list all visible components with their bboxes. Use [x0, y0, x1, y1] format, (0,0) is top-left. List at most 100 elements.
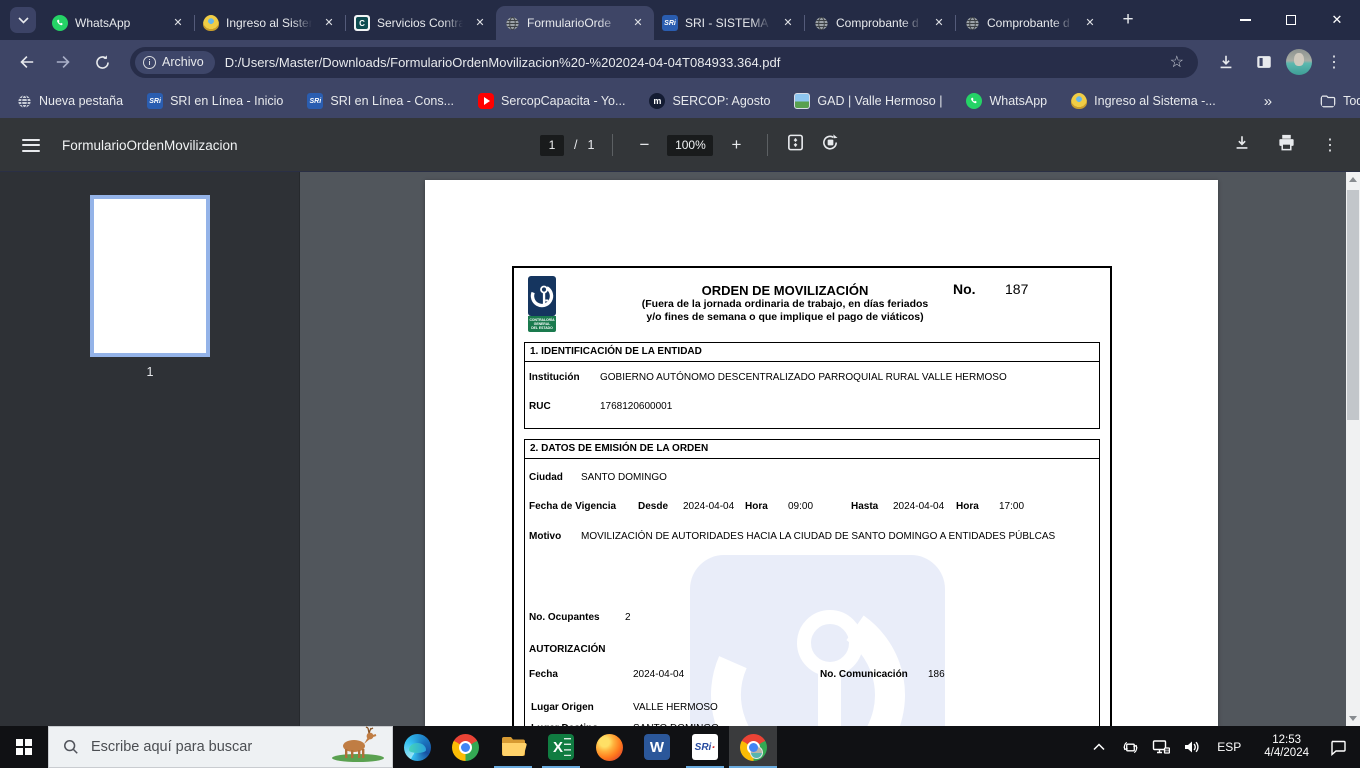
taskbar-firefox-button[interactable] [585, 726, 633, 768]
action-center-icon[interactable] [1326, 726, 1350, 768]
taskbar-excel-button[interactable]: X [537, 726, 585, 768]
rotate-button[interactable] [821, 133, 840, 157]
cge-letter: C [356, 17, 368, 29]
bookmark-sri-inicio[interactable]: SRi SRI en Línea - Inicio [147, 93, 283, 109]
bookmark-sercop-agosto[interactable]: m SERCOP: Agosto [649, 93, 770, 109]
taskbar-search-input[interactable]: Escribe aquí para buscar [48, 726, 393, 768]
taskbar-file-explorer-button[interactable] [489, 726, 537, 768]
globe-icon [813, 15, 829, 31]
tab-formulario-orden-active[interactable]: FormularioOrde ✕ [496, 6, 654, 40]
tab-sri-sistema[interactable]: SRi SRI - SISTEMA D ✕ [654, 6, 804, 40]
autorizacion-title: AUTORIZACIÓN [529, 644, 606, 655]
section2-header: 2. DATOS DE EMISIÓN DE LA ORDEN [524, 439, 1100, 459]
window-close-button[interactable]: ✕ [1314, 0, 1360, 40]
scroll-up-arrow[interactable] [1346, 172, 1360, 187]
divider [767, 134, 769, 156]
file-scheme-chip[interactable]: Archivo [135, 50, 215, 74]
tab-label: Ingreso al Sistem [226, 16, 314, 30]
firefox-icon [595, 733, 623, 761]
sri-icon: SRi [147, 93, 164, 109]
fit-to-page-button[interactable] [786, 133, 805, 157]
browser-menu-button[interactable]: ⋮ [1318, 46, 1350, 78]
ocupantes-label: No. Ocupantes [529, 612, 600, 623]
volume-icon[interactable] [1180, 726, 1204, 768]
chrome-icon [739, 733, 767, 761]
zoom-level-input[interactable]: 100% [667, 134, 714, 156]
bookmark-nueva-pestana[interactable]: Nueva pestaña [16, 93, 123, 109]
network-icon[interactable] [1149, 726, 1173, 768]
profile-avatar[interactable] [1286, 49, 1312, 75]
pdf-more-options-button[interactable]: ⋮ [1322, 135, 1338, 155]
document-header: ORDEN DE MOVILIZACIÓN (Fuera de la jorna… [555, 283, 1015, 324]
taskbar-sri-button[interactable]: SRi · [681, 726, 729, 768]
origen-value: VALLE HERMOSO [633, 702, 718, 713]
downloads-button[interactable] [1210, 46, 1242, 78]
desde-value: 2024-04-04 [683, 501, 735, 512]
bookmark-gad-valle-hermoso[interactable]: GAD | Valle Hermoso | [794, 93, 942, 109]
search-highlight-deer-image[interactable] [328, 724, 390, 767]
url-text[interactable]: D:/Users/Master/Downloads/FormularioOrde… [225, 55, 1162, 70]
close-icon[interactable]: ✕ [931, 15, 947, 31]
pdf-menu-icon[interactable] [22, 138, 40, 152]
zoom-out-button[interactable]: − [631, 135, 657, 155]
page-thumbnail[interactable] [90, 195, 210, 357]
address-bar[interactable]: Archivo D:/Users/Master/Downloads/Formul… [130, 46, 1198, 78]
edge-icon [403, 733, 431, 761]
start-button[interactable] [0, 726, 48, 768]
clock[interactable]: 12:53 4/4/2024 [1254, 734, 1319, 761]
tab-search-button[interactable] [10, 7, 36, 33]
vertical-scrollbar[interactable] [1346, 172, 1360, 726]
side-panel-button[interactable] [1248, 46, 1280, 78]
tab-whatsapp[interactable]: WhatsApp ✕ [44, 6, 194, 40]
info-icon [143, 55, 156, 69]
tab-servicios-contraloria[interactable]: C Servicios Contra ✕ [346, 6, 496, 40]
sri-letters: SRi [149, 97, 161, 105]
system-tray: ESP 12:53 4/4/2024 [1087, 726, 1360, 768]
taskbar-chrome-active-button[interactable] [729, 726, 777, 768]
file-explorer-icon [501, 737, 527, 757]
pdf-page-viewport[interactable]: 1. IDENTIFICACIÓN DE LA ENTIDAD 2. DATOS… [301, 172, 1346, 726]
bookmark-star-icon[interactable]: ☆ [1162, 52, 1192, 72]
maximize-button[interactable] [1268, 0, 1314, 40]
scrollbar-thumb[interactable] [1347, 190, 1359, 420]
close-icon[interactable]: ✕ [630, 15, 646, 31]
tab-comprobante-1[interactable]: Comprobante d ✕ [805, 6, 955, 40]
page-number-input[interactable]: 1 [540, 134, 564, 156]
window-controls: ✕ [1222, 0, 1360, 40]
tray-expand-chevron[interactable] [1087, 726, 1111, 768]
bookmark-sercopcapacita[interactable]: SercopCapacita - Yo... [478, 93, 625, 109]
close-icon[interactable]: ✕ [170, 15, 186, 31]
bookmark-ingreso-sistema[interactable]: Ingreso al Sistema -... [1071, 93, 1216, 109]
taskbar-chrome-button[interactable] [441, 726, 489, 768]
display-sync-icon[interactable] [1118, 726, 1142, 768]
back-button[interactable] [10, 46, 42, 78]
taskbar-edge-button[interactable] [393, 726, 441, 768]
all-bookmarks-button[interactable]: Todos los marcadores [1320, 93, 1360, 109]
order-no-value: 187 [1005, 281, 1029, 297]
zoom-in-button[interactable]: + [723, 135, 749, 155]
all-bookmarks-label: Todos los marcadores [1343, 94, 1360, 108]
close-icon[interactable]: ✕ [780, 15, 796, 31]
forward-button[interactable] [48, 46, 80, 78]
pdf-download-button[interactable] [1233, 134, 1251, 157]
bookmark-sri-consultas[interactable]: SRi SRI en Línea - Cons... [307, 93, 454, 109]
language-indicator[interactable]: ESP [1211, 740, 1247, 754]
scroll-down-arrow[interactable] [1346, 711, 1360, 726]
bookmark-whatsapp[interactable]: WhatsApp [966, 93, 1047, 109]
tab-comprobante-2[interactable]: Comprobante d ✕ [956, 6, 1106, 40]
pdf-print-button[interactable] [1277, 133, 1296, 157]
bookmark-label: Ingreso al Sistema -... [1094, 94, 1216, 108]
reload-button[interactable] [86, 46, 118, 78]
new-tab-button[interactable]: + [1114, 7, 1142, 35]
close-icon[interactable]: ✕ [1082, 15, 1098, 31]
close-icon[interactable]: ✕ [472, 15, 488, 31]
tab-ingreso-al-sistema[interactable]: Ingreso al Sistem ✕ [195, 6, 345, 40]
institucion-label: Institución [529, 372, 580, 383]
taskbar-word-button[interactable]: W [633, 726, 681, 768]
play-icon [483, 97, 490, 105]
motivo-value: MOVILIZACIÓN DE AUTORIDADES HACIA LA CIU… [581, 531, 1056, 542]
close-icon[interactable]: ✕ [321, 15, 337, 31]
pdf-page-controls: 1 / 1 − 100% + [540, 118, 840, 172]
minimize-button[interactable] [1222, 0, 1268, 40]
bookmarks-overflow-button[interactable]: » [1264, 93, 1272, 110]
